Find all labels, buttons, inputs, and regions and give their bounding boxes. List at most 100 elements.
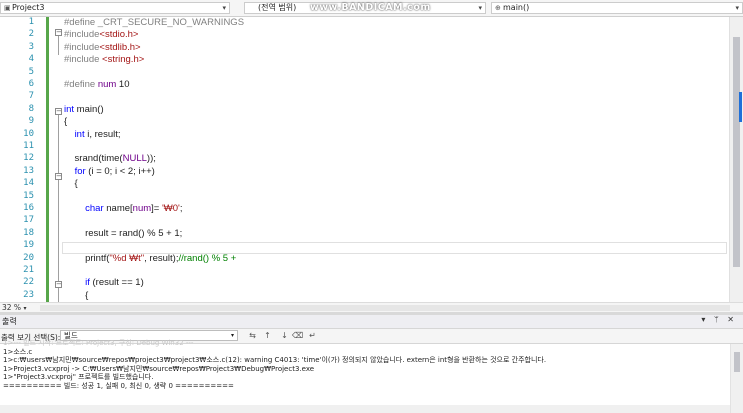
line-number: 11 (23, 141, 34, 151)
code-token: result = rand() % 5 + 1; (64, 227, 183, 239)
output-vertical-scrollbar[interactable] (730, 344, 743, 413)
chevron-down-icon: ▾ (222, 4, 226, 12)
code-line: for (i = 0; i < 2; i++) (64, 166, 155, 177)
change-tracking-bar (46, 17, 49, 302)
line-number: 17 (23, 215, 34, 226)
navigation-bar: ▣Project3 ▾ (전역 범위) ▾ ⊕ main() ▾ www.BAND… (0, 0, 743, 17)
line-number: 7 (28, 91, 34, 102)
vertical-scrollbar[interactable] (729, 17, 743, 302)
code-token: for (74, 165, 86, 177)
project-dropdown[interactable]: ▣Project3 ▾ (0, 2, 230, 14)
panel-controls[interactable]: ▾ ᛘ ✕ (701, 315, 737, 324)
chevron-down-icon: ▾ (735, 4, 739, 12)
line-number: 23 (23, 289, 34, 300)
line-number-gutter: 1 2 3 4 5 6 7 8 9 10 11 12 13 14 15 16 17 18 19 20 21 22 23 (0, 17, 38, 302)
code-token: int (64, 103, 75, 115)
find-message-icon[interactable]: ⇆ (248, 331, 257, 340)
code-token: ]= (151, 203, 162, 214)
code-editor[interactable]: 1 2 3 4 5 6 7 8 9 10 11 12 13 14 15 16 17 18 19 20 21 22 23 − … (0, 17, 743, 302)
fold-toggle-icon[interactable]: − (55, 173, 62, 180)
fold-guide (58, 115, 59, 302)
scope-value: (전역 범위) (258, 3, 297, 12)
code-token: <stdio.h> (99, 29, 139, 41)
fold-toggle-icon[interactable]: − (55, 281, 62, 288)
code-line: #define _CRT_SECURE_NO_WARNINGS (64, 17, 244, 28)
code-line: { (64, 178, 78, 189)
code-line: #define num 10 (64, 79, 130, 90)
word-wrap-icon[interactable]: ↵ (308, 331, 317, 340)
line-number: 14 (23, 178, 34, 189)
code-line: { (64, 116, 67, 127)
code-token: "%d ₩t" (109, 252, 145, 264)
code-line: int i, result; (64, 129, 121, 140)
line-number: 15 (23, 190, 34, 201)
project-icon: ▣ (4, 4, 11, 12)
line-number: 1 (28, 17, 34, 27)
code-token: { (64, 178, 78, 190)
code-token: srand(time( (64, 153, 123, 165)
chevron-down-icon: ▾ (478, 4, 482, 12)
output-line: ========== 빌드: 성공 1, 실패 0, 최신 0, 생략 0 ==… (3, 382, 234, 390)
code-line: printf("%d ₩t", result);//rand() % 5 + (64, 253, 236, 264)
scrollbar-thumb[interactable] (734, 352, 740, 372)
code-token: )); (146, 153, 156, 165)
code-token: <string.h> (102, 54, 145, 66)
code-token: i, result; (84, 128, 121, 140)
function-dropdown[interactable]: ⊕ main() ▾ (491, 2, 743, 14)
zoom-dropdown[interactable]: 32 % ▾ (2, 303, 26, 312)
code-line: if (result == 1) (64, 277, 144, 288)
line-number: 10 (23, 128, 34, 139)
output-panel-header: 출력 ▾ ᛘ ✕ (0, 315, 743, 329)
chevron-down-icon: ▾ (23, 305, 27, 312)
code-token: '₩0' (161, 203, 180, 214)
code-token: (i = 0; i < 2; i++) (85, 165, 155, 177)
line-number: 16 (23, 203, 34, 213)
line-number: 19 (23, 240, 34, 251)
code-token: #define (64, 79, 98, 90)
code-token: int (74, 128, 85, 140)
code-token: name[ (103, 203, 133, 214)
code-line: char name[num]= '₩0'; (64, 203, 182, 214)
code-token: num (97, 79, 117, 90)
code-token: #include (64, 54, 103, 66)
scrollbar-thumb[interactable] (733, 37, 740, 267)
previous-message-icon[interactable]: ↑ (263, 331, 272, 340)
code-line: #include<stdlib.h> (64, 42, 141, 53)
horizontal-scrollbar[interactable] (40, 305, 730, 311)
code-token: #define _CRT_SECURE_NO_WARNINGS (64, 17, 245, 28)
fold-toggle-icon[interactable]: − (55, 29, 62, 36)
line-number: 9 (28, 116, 34, 127)
code-token: char (85, 203, 104, 214)
code-line: #include <string.h> (64, 54, 144, 65)
code-line: result = rand() % 5 + 1; (64, 228, 182, 239)
code-token: #include (64, 41, 100, 53)
line-number: 13 (23, 165, 34, 176)
code-line: { (64, 290, 88, 301)
function-value: main() (503, 3, 530, 12)
code-token: printf( (64, 252, 110, 264)
code-token: <stdlib.h> (99, 41, 141, 53)
next-message-icon[interactable]: ↓ (280, 331, 289, 340)
zoom-level: 32 % (2, 303, 22, 312)
bandicam-watermark: www.BANDICAM.com (310, 2, 431, 13)
code-token: //rand() % 5 + (178, 252, 237, 264)
line-number: 3 (28, 41, 34, 52)
code-token: , result); (144, 252, 179, 264)
code-token: { (64, 289, 89, 301)
code-line: srand(time(NULL)); (64, 153, 156, 164)
fold-toggle-icon[interactable]: − (55, 108, 62, 115)
code-token: 10 (116, 79, 130, 90)
output-horizontal-scrollbar[interactable] (0, 405, 730, 413)
code-token: main() (74, 103, 104, 115)
code-token: (result == 1) (89, 277, 144, 289)
line-number: 20 (23, 252, 34, 263)
clear-all-icon[interactable]: ⌫ (292, 331, 303, 340)
code-token: { (64, 116, 68, 128)
output-text-area[interactable]: 1>--- 빌드 시작: 프로젝트: Project3, 구성: Debug W… (0, 339, 743, 413)
code-token: #include (64, 29, 100, 41)
line-number: 22 (23, 277, 34, 288)
output-panel-title: 출력 (2, 317, 17, 326)
